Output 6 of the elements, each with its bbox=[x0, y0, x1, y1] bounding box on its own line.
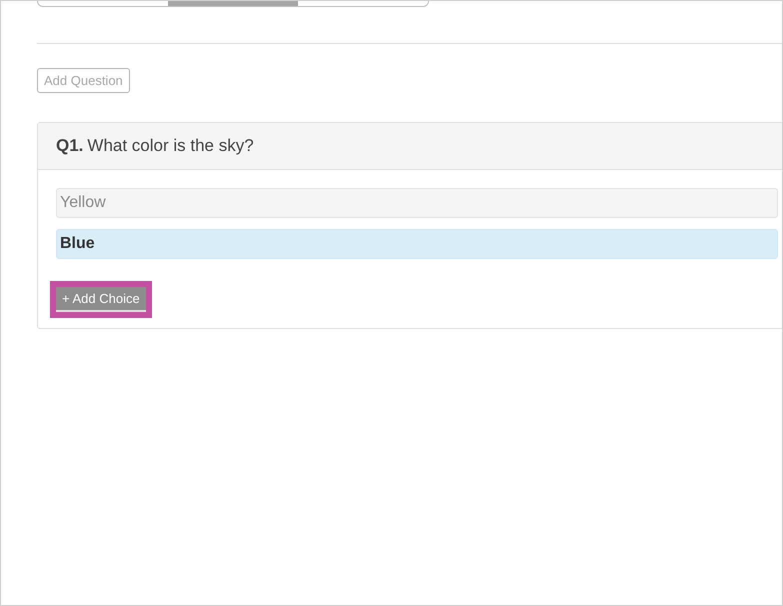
add-choice-button[interactable]: + Add Choice bbox=[56, 287, 146, 312]
choice-option[interactable]: Blue bbox=[56, 229, 778, 259]
add-question-button[interactable]: Add Question bbox=[37, 68, 130, 93]
question-text: What color is the sky? bbox=[87, 135, 254, 158]
question-number: Q1. bbox=[56, 135, 84, 158]
choice-option[interactable]: Yellow bbox=[56, 188, 778, 218]
